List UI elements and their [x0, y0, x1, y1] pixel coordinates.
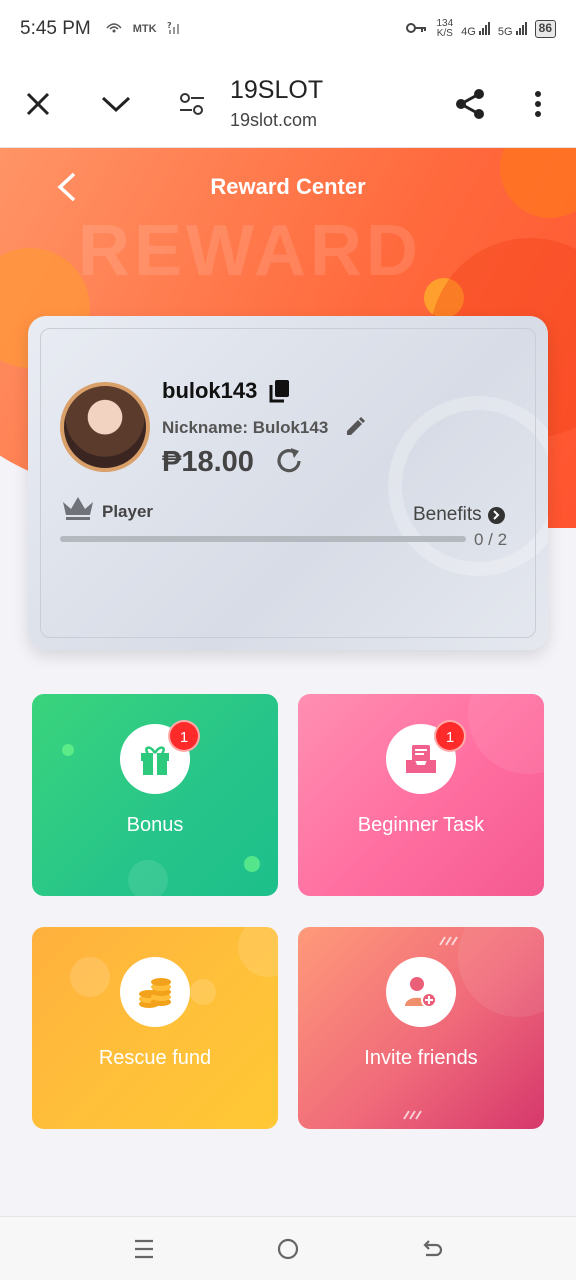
- pencil-icon: [347, 416, 366, 435]
- refresh-balance-button[interactable]: [274, 446, 304, 481]
- invite-friends-icon-circle: [386, 957, 456, 1027]
- vip-level: Player: [102, 502, 154, 521]
- coins-icon: [139, 978, 171, 1008]
- browser-toolbar: 19SLOT 19slot.com: [0, 58, 576, 148]
- benefits-link[interactable]: Benefits: [413, 504, 505, 526]
- beginner-task-label: Beginner Task: [357, 814, 485, 836]
- notification-icon: [105, 22, 123, 37]
- invite-friends-tile[interactable]: Invite friends: [298, 927, 544, 1129]
- rescue-fund-icon-circle: [120, 957, 190, 1027]
- beginner-task-badge: 1: [434, 720, 466, 752]
- battery-indicator: 86: [534, 20, 556, 38]
- add-user-icon: [405, 977, 437, 1008]
- signal-bars-icon: [478, 21, 490, 35]
- hero-watermark: REWARD: [78, 211, 422, 291]
- chevron-down-icon: [101, 96, 131, 113]
- decor-dot: [244, 856, 260, 872]
- bonus-label: Bonus: [126, 814, 184, 836]
- rescue-fund-tile[interactable]: Rescue fund: [32, 927, 278, 1129]
- progress-text: 0 / 2: [474, 530, 508, 549]
- status-bar: 5:45 PM MTK ? 134 K/S 4G 5G 86: [0, 0, 576, 58]
- network-5g: 5G: [498, 21, 527, 38]
- refresh-icon: [277, 448, 301, 473]
- back-nav-button[interactable]: [412, 1233, 452, 1265]
- level-progress-bar: [60, 536, 466, 542]
- decor-dot: [128, 860, 168, 896]
- decor-dot: [190, 979, 216, 1005]
- status-time: 5:45 PM: [20, 18, 91, 39]
- close-button[interactable]: [18, 84, 58, 124]
- invite-friends-label: Invite friends: [364, 1047, 478, 1069]
- gift-icon: [141, 746, 169, 775]
- inbox-task-icon: [406, 745, 436, 773]
- reward-center-title: Reward Center: [210, 174, 366, 199]
- benefits-label: Benefits: [413, 504, 482, 525]
- hero-section: REWARD Reward Center bulok143 Nickname: …: [0, 148, 576, 668]
- balance: ₱18.00: [162, 446, 254, 478]
- back-arrow-icon: [423, 1240, 443, 1257]
- tune-icon: [180, 93, 204, 115]
- collapse-button[interactable]: [96, 84, 136, 124]
- profile-card: bulok143 Nickname: Bulok143 ₱18.00 Playe…: [28, 316, 548, 650]
- more-vertical-icon: [535, 91, 541, 117]
- more-options-button[interactable]: [518, 84, 558, 124]
- signal-bars-icon: [515, 21, 527, 35]
- signal-question-icon: ?: [167, 21, 181, 38]
- decor-dot: [458, 927, 544, 1017]
- decor-dot: [238, 927, 278, 977]
- page-url: 19slot.com: [230, 110, 318, 130]
- network-5g-label: 5G: [497, 25, 513, 38]
- net-speed: 134 K/S: [436, 19, 453, 39]
- key-icon: [406, 22, 428, 37]
- page-title: 19SLOT: [230, 76, 324, 104]
- home-circle-icon: [277, 1238, 299, 1260]
- arrows-decor-icon: [402, 1107, 426, 1120]
- arrows-decor-icon: [438, 935, 462, 946]
- close-icon: [26, 92, 50, 116]
- network-4g-label: 4G: [461, 25, 476, 38]
- share-button[interactable]: [450, 84, 490, 124]
- decor-dot: [70, 957, 110, 997]
- username: bulok143: [162, 378, 258, 403]
- network-4g: 4G: [461, 21, 490, 38]
- rescue-fund-label: Rescue fund: [98, 1047, 212, 1069]
- recent-apps-button[interactable]: [124, 1233, 164, 1265]
- system-nav-bar: [0, 1216, 576, 1280]
- avatar[interactable]: [60, 382, 150, 472]
- chevron-right-circle-icon: [487, 506, 505, 524]
- site-settings-button[interactable]: [172, 84, 212, 124]
- share-icon: [456, 89, 484, 119]
- copy-button[interactable]: [268, 378, 292, 409]
- bonus-badge: 1: [168, 720, 200, 752]
- mtk-label: MTK: [132, 23, 157, 35]
- crown-icon: [60, 494, 96, 527]
- card-border: [40, 328, 536, 638]
- home-button[interactable]: [268, 1233, 308, 1265]
- beginner-task-tile[interactable]: 1 Beginner Task: [298, 694, 544, 896]
- net-speed-unit: K/S: [436, 28, 453, 39]
- nickname: Nickname: Bulok143: [162, 418, 329, 437]
- bonus-tile[interactable]: 1 Bonus: [32, 694, 278, 896]
- copy-icon: [269, 380, 289, 403]
- edit-nickname-button[interactable]: [344, 416, 366, 443]
- status-right: 134 K/S 4G 5G 86: [406, 19, 556, 39]
- svg-text:?: ?: [167, 21, 172, 30]
- decor-dot: [62, 744, 74, 756]
- menu-icon: [135, 1239, 153, 1259]
- decor-dot: [468, 694, 544, 774]
- status-left-icons: MTK ?: [105, 21, 181, 38]
